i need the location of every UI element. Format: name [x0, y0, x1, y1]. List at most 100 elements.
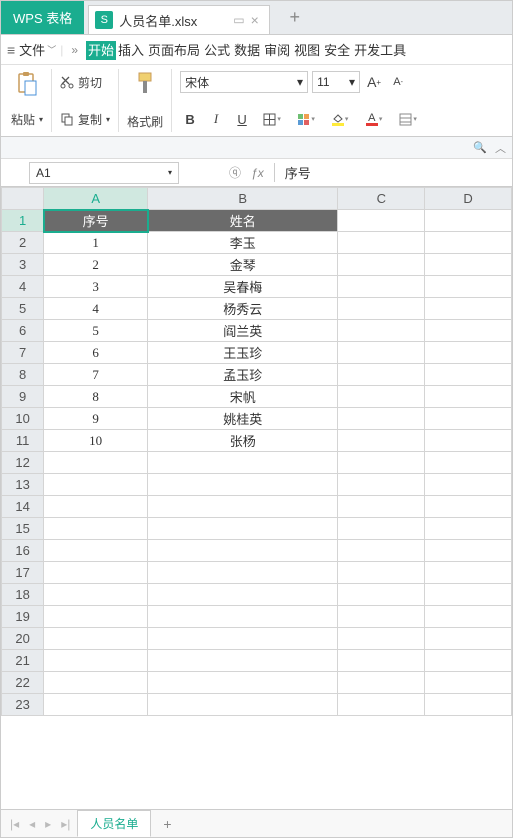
cell-C19[interactable] [338, 606, 425, 628]
cell-C4[interactable] [338, 276, 425, 298]
ribbon-tab-8[interactable]: 开发工具 [352, 41, 408, 60]
format-painter-button[interactable]: 格式刷 [127, 113, 163, 130]
window-icon[interactable]: ▭ [233, 13, 244, 27]
ribbon-tab-1[interactable]: 插入 [116, 41, 146, 60]
cell-C7[interactable] [338, 342, 425, 364]
cell-B11[interactable]: 张杨 [148, 430, 338, 452]
cell-D3[interactable] [425, 254, 512, 276]
cell-A6[interactable]: 5 [44, 320, 148, 342]
cell-B19[interactable] [148, 606, 338, 628]
cell-B3[interactable]: 金琴 [148, 254, 338, 276]
ribbon-tab-2[interactable]: 页面布局 [146, 41, 202, 60]
cell-B12[interactable] [148, 452, 338, 474]
cell-B23[interactable] [148, 694, 338, 716]
cell-B8[interactable]: 孟玉珍 [148, 364, 338, 386]
cell-C10[interactable] [338, 408, 425, 430]
cell-A12[interactable] [44, 452, 148, 474]
fx-icon[interactable]: ƒx [251, 166, 264, 180]
cell-B13[interactable] [148, 474, 338, 496]
cell-C15[interactable] [338, 518, 425, 540]
cell-A15[interactable] [44, 518, 148, 540]
cell-A2[interactable]: 1 [44, 232, 148, 254]
cell-D23[interactable] [425, 694, 512, 716]
spreadsheet-grid[interactable]: ABCD1序号姓名21李玉32金琴43吴春梅54杨秀云65阎兰英76王玉珍87孟… [1, 187, 512, 809]
cell-style-button[interactable]: ▾ [292, 109, 320, 129]
name-box[interactable]: A1▾ [29, 162, 179, 184]
cell-C8[interactable] [338, 364, 425, 386]
cell-C13[interactable] [338, 474, 425, 496]
cell-B10[interactable]: 姚桂英 [148, 408, 338, 430]
ribbon-tab-7[interactable]: 安全 [322, 41, 352, 60]
cell-B14[interactable] [148, 496, 338, 518]
cell-C20[interactable] [338, 628, 425, 650]
cell-B20[interactable] [148, 628, 338, 650]
cell-B17[interactable] [148, 562, 338, 584]
row-header-22[interactable]: 22 [2, 672, 44, 694]
font-color-button[interactable]: A▾ [360, 109, 388, 129]
hamburger-icon[interactable]: ≡ [7, 42, 15, 58]
cell-A7[interactable]: 6 [44, 342, 148, 364]
file-menu[interactable]: 文件 ﹀ [19, 40, 56, 59]
row-header-19[interactable]: 19 [2, 606, 44, 628]
cell-D7[interactable] [425, 342, 512, 364]
cell-B1[interactable]: 姓名 [148, 210, 338, 232]
cell-B4[interactable]: 吴春梅 [148, 276, 338, 298]
cell-C23[interactable] [338, 694, 425, 716]
italic-button[interactable]: I [206, 109, 226, 129]
cell-C9[interactable] [338, 386, 425, 408]
decrease-font-button[interactable]: A- [388, 72, 408, 92]
cell-D5[interactable] [425, 298, 512, 320]
cut-button[interactable]: 剪切 [60, 71, 102, 93]
cell-A13[interactable] [44, 474, 148, 496]
col-header-B[interactable]: B [148, 188, 338, 210]
row-header-14[interactable]: 14 [2, 496, 44, 518]
cell-A19[interactable] [44, 606, 148, 628]
cell-A10[interactable]: 9 [44, 408, 148, 430]
sheet-nav-first[interactable]: |◂ [7, 817, 22, 831]
row-header-13[interactable]: 13 [2, 474, 44, 496]
new-tab-button[interactable]: + [278, 1, 312, 34]
cell-A17[interactable] [44, 562, 148, 584]
cell-B6[interactable]: 阎兰英 [148, 320, 338, 342]
cell-A20[interactable] [44, 628, 148, 650]
cell-A4[interactable]: 3 [44, 276, 148, 298]
copy-button[interactable]: 复制▾ [60, 108, 110, 130]
row-header-1[interactable]: 1 [2, 210, 44, 232]
underline-button[interactable]: U [232, 109, 252, 129]
cell-C6[interactable] [338, 320, 425, 342]
col-header-D[interactable]: D [425, 188, 512, 210]
row-header-21[interactable]: 21 [2, 650, 44, 672]
cell-D16[interactable] [425, 540, 512, 562]
cell-B16[interactable] [148, 540, 338, 562]
row-header-18[interactable]: 18 [2, 584, 44, 606]
ribbon-tab-5[interactable]: 审阅 [262, 41, 292, 60]
cell-A22[interactable] [44, 672, 148, 694]
cell-B2[interactable]: 李玉 [148, 232, 338, 254]
search-icon[interactable]: 🔍 [473, 141, 487, 154]
cell-B5[interactable]: 杨秀云 [148, 298, 338, 320]
cell-B7[interactable]: 王玉珍 [148, 342, 338, 364]
cell-D20[interactable] [425, 628, 512, 650]
cell-D11[interactable] [425, 430, 512, 452]
ribbon-tab-0[interactable]: 开始 [86, 41, 116, 60]
col-header-A[interactable]: A [44, 188, 148, 210]
cell-D9[interactable] [425, 386, 512, 408]
row-header-7[interactable]: 7 [2, 342, 44, 364]
border-button[interactable]: ▾ [258, 109, 286, 129]
font-size-select[interactable]: 11▾ [312, 71, 360, 93]
row-header-16[interactable]: 16 [2, 540, 44, 562]
cell-C12[interactable] [338, 452, 425, 474]
cell-A3[interactable]: 2 [44, 254, 148, 276]
cell-D17[interactable] [425, 562, 512, 584]
sheet-nav-prev[interactable]: ◂ [26, 817, 38, 831]
cell-C5[interactable] [338, 298, 425, 320]
row-header-9[interactable]: 9 [2, 386, 44, 408]
cell-B18[interactable] [148, 584, 338, 606]
row-header-6[interactable]: 6 [2, 320, 44, 342]
document-tab[interactable]: S 人员名单.xlsx ▭ × [88, 5, 270, 34]
cell-D22[interactable] [425, 672, 512, 694]
cell-A8[interactable]: 7 [44, 364, 148, 386]
chevron-up-icon[interactable]: ︿ [495, 140, 506, 156]
paste-icon[interactable] [16, 71, 38, 97]
cell-B15[interactable] [148, 518, 338, 540]
